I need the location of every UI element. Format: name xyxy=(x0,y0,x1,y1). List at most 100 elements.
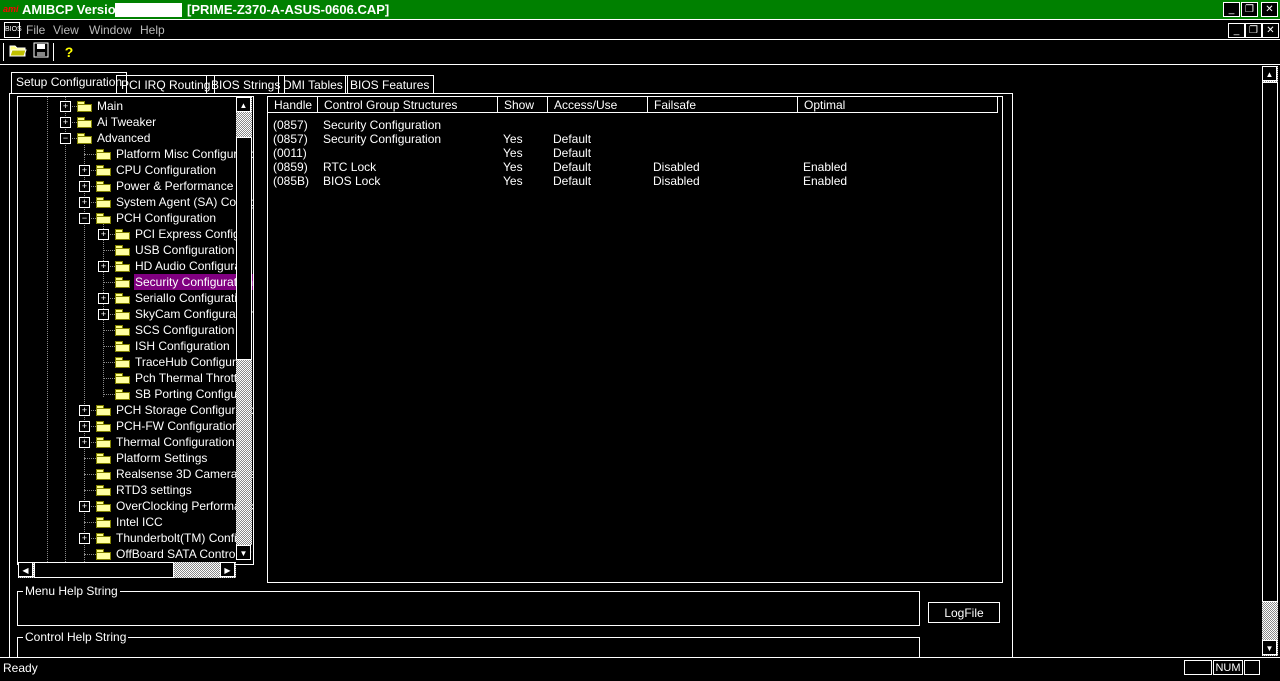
tree-item[interactable]: + OverClocking Performanc xyxy=(18,498,253,514)
expand-icon[interactable]: + xyxy=(60,117,71,128)
tree-item[interactable]: + PCI Express Configur xyxy=(18,226,253,242)
tree-item[interactable]: USB Configuration xyxy=(18,242,253,258)
tab-setup-configuration[interactable]: Setup Configuration xyxy=(11,72,128,94)
tree-item[interactable]: Platform Misc Configuratio xyxy=(18,146,253,162)
tree-item[interactable]: Intel ICC xyxy=(18,514,253,530)
table-cell: RTC Lock xyxy=(323,160,377,174)
expand-icon[interactable]: + xyxy=(79,181,90,192)
tree-item[interactable]: + SerialIo Configuration xyxy=(18,290,253,306)
tree-item[interactable]: RTD3 settings xyxy=(18,482,253,498)
control-help-box xyxy=(17,637,920,658)
main-scroll-thumb[interactable] xyxy=(1262,82,1278,602)
control-grid[interactable] xyxy=(267,96,1003,583)
folder-icon xyxy=(96,213,111,224)
tree-item[interactable]: + Power & Performance xyxy=(18,178,253,194)
tree-item[interactable]: + SkyCam Configuration xyxy=(18,306,253,322)
folder-icon xyxy=(96,453,111,464)
tree-item[interactable]: SB Porting Configurat xyxy=(18,386,253,402)
table-cell: (0857) xyxy=(273,132,308,146)
tree-item[interactable]: TraceHub Configurati xyxy=(18,354,253,370)
open-folder-icon[interactable] xyxy=(8,42,28,62)
tree-item[interactable]: + System Agent (SA) Config xyxy=(18,194,253,210)
tree-item-label: OffBoard SATA Controller xyxy=(116,547,252,561)
tree-item[interactable]: + Thunderbolt(TM) Configu xyxy=(18,530,253,546)
menu-file[interactable]: File xyxy=(26,22,45,38)
menu-window[interactable]: Window xyxy=(89,22,132,38)
toolbar: ? xyxy=(0,40,1280,65)
help-icon[interactable]: ? xyxy=(59,42,79,62)
bios-doc-icon[interactable]: BIOS xyxy=(4,22,22,38)
scroll-left-icon[interactable]: ◀ xyxy=(18,562,33,577)
expand-icon[interactable]: + xyxy=(79,501,90,512)
col-show-header[interactable]: Show xyxy=(498,97,548,113)
main-scroll-up-icon[interactable]: ▲ xyxy=(1262,66,1277,81)
expand-icon[interactable]: + xyxy=(79,533,90,544)
tree-item[interactable]: + PCH-FW Configuration xyxy=(18,418,253,434)
expand-icon[interactable]: + xyxy=(98,229,109,240)
minimize-icon[interactable]: _ xyxy=(1223,2,1240,17)
folder-icon xyxy=(115,293,130,304)
folder-icon xyxy=(96,501,111,512)
tab-bios-features[interactable]: BIOS Features xyxy=(345,75,435,94)
scroll-right-icon[interactable]: ▶ xyxy=(220,562,235,577)
tree-connector xyxy=(103,282,115,283)
child-close-icon[interactable]: ✕ xyxy=(1262,23,1279,38)
expand-icon[interactable]: + xyxy=(98,293,109,304)
child-restore-icon[interactable]: ❐ xyxy=(1245,23,1262,38)
tree-item[interactable]: SCS Configuration xyxy=(18,322,253,338)
tree-item[interactable]: Platform Settings xyxy=(18,450,253,466)
child-minimize-icon[interactable]: _ xyxy=(1228,23,1245,38)
scroll-up-icon[interactable]: ▲ xyxy=(236,97,251,112)
save-icon[interactable] xyxy=(31,42,51,62)
expand-icon[interactable]: + xyxy=(79,165,90,176)
menu-help[interactable]: Help xyxy=(140,22,165,38)
expand-icon[interactable]: + xyxy=(98,309,109,320)
tree-item[interactable]: Security Configuration xyxy=(18,274,253,290)
tree-item[interactable]: Pch Thermal Throttlin xyxy=(18,370,253,386)
table-cell: (0859) xyxy=(273,160,308,174)
tree-item-label: RTD3 settings xyxy=(116,483,192,497)
tree-item[interactable]: − Advanced xyxy=(18,130,253,146)
expand-icon[interactable]: + xyxy=(79,437,90,448)
expand-icon[interactable]: + xyxy=(79,421,90,432)
tree-connector xyxy=(103,362,115,363)
setup-tree[interactable]: + Main + Ai Tweaker − Advanced Platform Misc C… xyxy=(17,96,254,565)
expand-icon[interactable]: + xyxy=(98,261,109,272)
tree-item[interactable]: + CPU Configuration xyxy=(18,162,253,178)
tree-item[interactable]: + Main xyxy=(18,98,253,114)
col-control-group-header[interactable]: Control Group Structures xyxy=(318,97,498,113)
col-optimal-header[interactable]: Optimal xyxy=(798,97,998,113)
menu-view[interactable]: View xyxy=(53,22,79,38)
col-failsafe-header[interactable]: Failsafe xyxy=(648,97,798,113)
expand-icon[interactable]: + xyxy=(60,101,71,112)
tree-item[interactable]: + HD Audio Configurati xyxy=(18,258,253,274)
tab-pci-irq-routing[interactable]: PCI IRQ Routing xyxy=(116,75,216,94)
close-icon[interactable]: ✕ xyxy=(1261,2,1278,17)
restore-icon[interactable]: ❐ xyxy=(1241,2,1258,17)
tree-scroll-thumb[interactable] xyxy=(236,137,252,360)
menu-bar: BIOS File View Window Help _ ❐ ✕ xyxy=(0,20,1280,40)
expand-icon[interactable]: + xyxy=(79,405,90,416)
collapse-icon[interactable]: − xyxy=(60,133,71,144)
tree-hscroll-thumb[interactable] xyxy=(34,562,174,578)
title-bar[interactable]: ami AMIBCP Version [PRIME-Z370-A-ASUS-06… xyxy=(0,0,1280,20)
folder-icon xyxy=(115,309,130,320)
expand-icon[interactable]: + xyxy=(79,197,90,208)
logfile-button[interactable]: LogFile xyxy=(928,602,1000,623)
tree-item[interactable]: Realsense 3D Camera Se xyxy=(18,466,253,482)
tree-item-label: Thermal Configuration xyxy=(116,435,235,449)
scroll-down-icon[interactable]: ▼ xyxy=(236,545,251,560)
tab-bios-strings[interactable]: BIOS Strings xyxy=(206,75,286,94)
tree-item[interactable]: + PCH Storage Configuratio xyxy=(18,402,253,418)
tree-item[interactable]: − PCH Configuration xyxy=(18,210,253,226)
tree-item[interactable]: ISH Configuration xyxy=(18,338,253,354)
collapse-icon[interactable]: − xyxy=(79,213,90,224)
main-scroll-down-icon[interactable]: ▼ xyxy=(1262,640,1277,655)
tree-item[interactable]: + Ai Tweaker xyxy=(18,114,253,130)
col-access-use-header[interactable]: Access/Use xyxy=(548,97,648,113)
tab-dmi-tables[interactable]: DMI Tables xyxy=(278,75,348,94)
col-handle-header[interactable]: Handle xyxy=(268,97,318,113)
tree-item[interactable]: OffBoard SATA Controller xyxy=(18,546,253,562)
tree-connector xyxy=(103,394,115,395)
tree-item[interactable]: + Thermal Configuration xyxy=(18,434,253,450)
